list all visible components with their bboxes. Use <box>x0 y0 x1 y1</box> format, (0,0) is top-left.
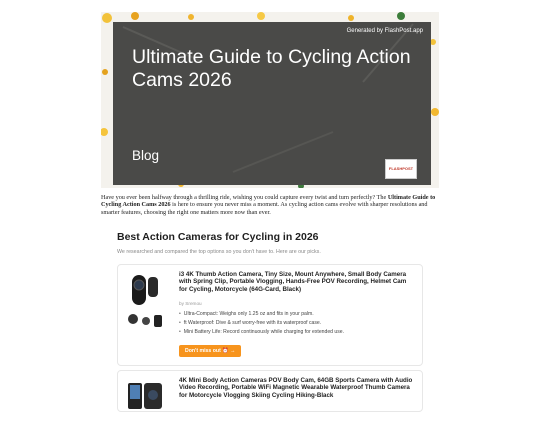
feature-item: Mini Battery Life: Record continuously w… <box>179 328 344 337</box>
feature-list: Ultra-Compact: Weighs only 1.25 oz and f… <box>179 310 344 337</box>
feature-item: ft Waterproof: Dive & surf worry-free wi… <box>179 319 344 328</box>
feature-item: Ultra-Compact: Weighs only 1.25 oz and f… <box>179 310 344 319</box>
hero-title: Ultimate Guide to Cycling Action Cams 20… <box>132 46 411 91</box>
intro-text-before: Have you ever been halfway through a thr… <box>101 194 388 201</box>
product-brand: by Sremou <box>179 301 202 306</box>
intro-paragraph: Have you ever been halfway through a thr… <box>101 194 439 216</box>
section-subtitle: We researched and compared the top optio… <box>117 249 321 255</box>
hero-category-label: Blog <box>132 148 160 163</box>
product-title[interactable]: i3 4K Thumb Action Camera, Tiny Size, Mo… <box>179 271 415 293</box>
product-card: i3 4K Thumb Action Camera, Tiny Size, Mo… <box>117 264 423 366</box>
flashpost-logo: FLASHPOST <box>385 159 417 179</box>
product-card: 4K Mini Body Action Cameras POV Body Cam… <box>117 370 423 412</box>
generator-tag: Generated by FlashPost.app <box>346 28 423 34</box>
section-title: Best Action Cameras for Cycling in 2026 <box>117 231 319 243</box>
dont-miss-out-button[interactable]: Don't miss out ⏰ → <box>179 345 242 357</box>
product-title[interactable]: 4K Mini Body Action Cameras POV Body Cam… <box>179 377 415 399</box>
product-thumbnail[interactable] <box>124 377 166 437</box>
product-thumbnail[interactable] <box>124 271 166 331</box>
hero-card: Generated by FlashPost.app Ultimate Guid… <box>113 22 431 185</box>
hero-banner: Generated by FlashPost.app Ultimate Guid… <box>101 12 439 188</box>
